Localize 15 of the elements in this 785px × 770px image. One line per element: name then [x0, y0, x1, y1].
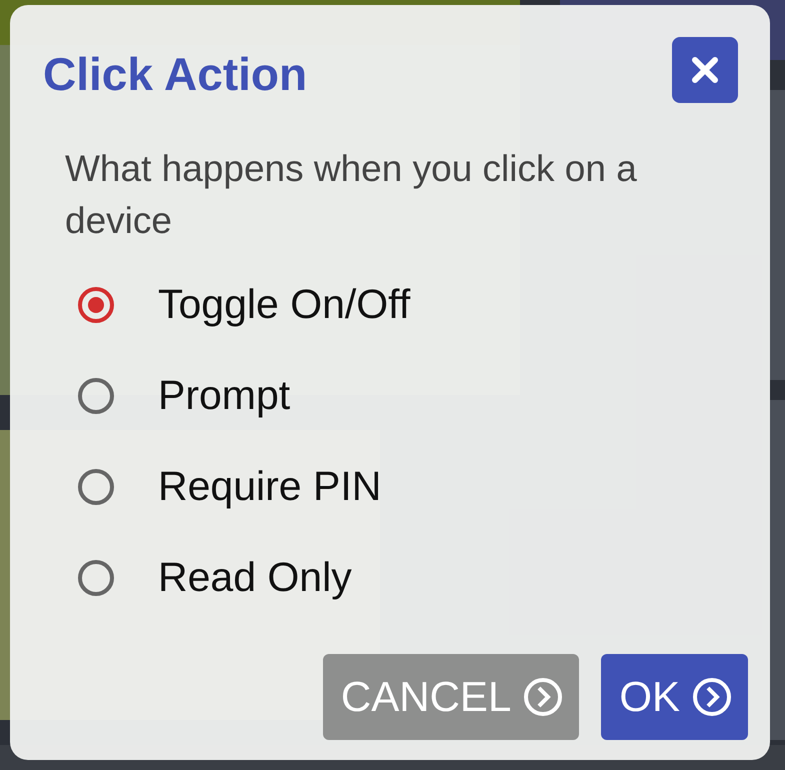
- radio-button[interactable]: [78, 468, 114, 504]
- radio-button[interactable]: [78, 560, 114, 596]
- option-label[interactable]: Require PIN: [158, 463, 382, 510]
- option-label[interactable]: Read Only: [158, 554, 352, 601]
- dialog-title: Click Action: [43, 47, 308, 101]
- option-label[interactable]: Prompt: [158, 372, 290, 419]
- option-label[interactable]: Toggle On/Off: [158, 281, 410, 328]
- close-button[interactable]: [672, 37, 738, 103]
- chevron-circle-icon: [692, 677, 732, 717]
- ok-button[interactable]: OK: [601, 654, 748, 740]
- close-icon: [690, 55, 720, 85]
- radio-button[interactable]: [78, 378, 114, 414]
- question-text: What happens when you click on a device: [65, 147, 638, 243]
- chevron-circle-icon: [523, 677, 564, 717]
- radio-button[interactable]: [78, 286, 114, 322]
